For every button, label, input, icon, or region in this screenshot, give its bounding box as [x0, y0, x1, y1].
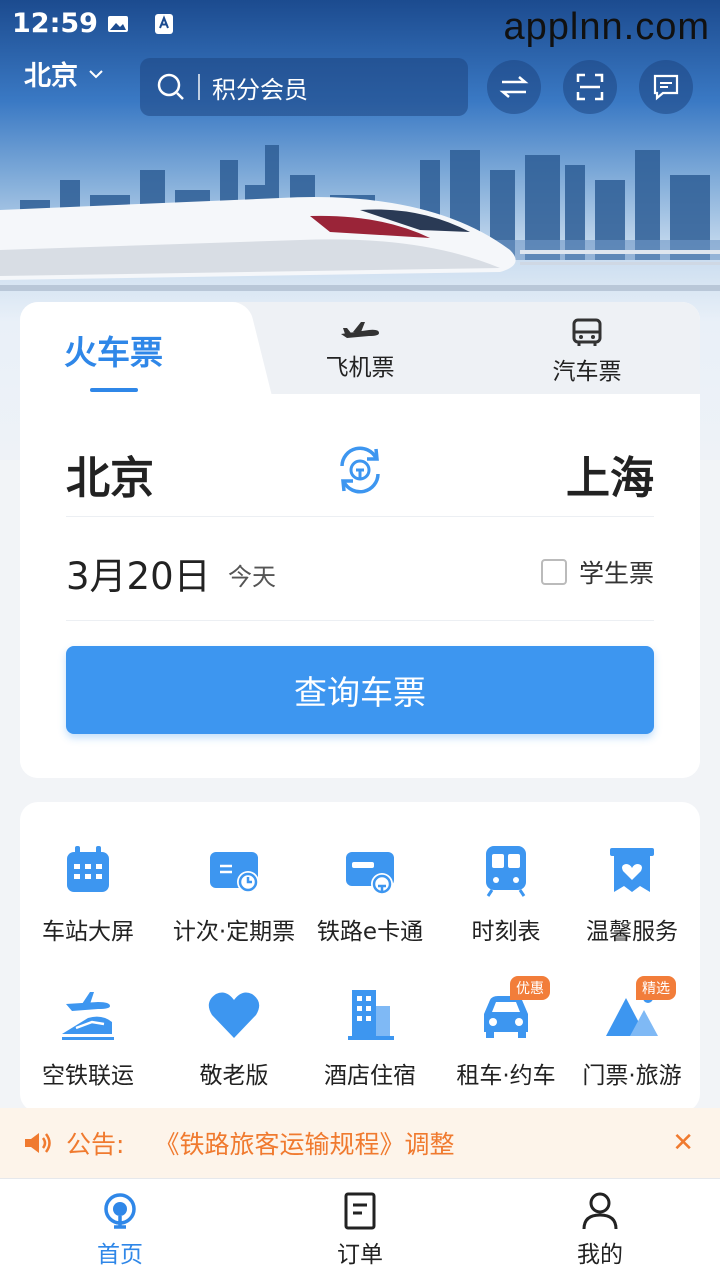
- timetable-icon: [486, 846, 526, 897]
- nav-orders-label: 订单: [337, 1242, 383, 1268]
- order-icon: [344, 1192, 376, 1230]
- promo-badge: 优惠: [510, 976, 550, 1000]
- student-checkbox[interactable]: [540, 559, 567, 585]
- service-label: 酒店住宿: [324, 1063, 416, 1089]
- service-car-rental[interactable]: 优惠 租车·约车: [438, 976, 574, 1090]
- featured-badge: 精选: [636, 976, 676, 1000]
- heart-icon: [208, 992, 260, 1038]
- ticket-card-icon: [210, 852, 259, 893]
- services-grid: 车站大屏 计次·定期票 铁路e卡通 时刻表 温馨服务 空铁联运 敬老版 酒店住宿…: [20, 802, 700, 1112]
- status-bar: 12:59 applnn.com: [0, 0, 720, 50]
- divider: [66, 620, 654, 621]
- nav-profile[interactable]: 我的: [540, 1191, 660, 1269]
- tab-train[interactable]: 火车票: [64, 326, 163, 374]
- notice-label: 公告:: [66, 1130, 125, 1159]
- swap-stations-icon: [340, 446, 380, 494]
- user-icon: [582, 1192, 618, 1230]
- swap-stations-button[interactable]: [334, 444, 386, 500]
- message-icon: [653, 74, 679, 101]
- swap-arrows-icon: [499, 76, 529, 98]
- service-label: 车站大屏: [42, 919, 134, 945]
- tab-bus-label: 汽车票: [552, 359, 622, 385]
- divider: [66, 516, 654, 517]
- ticket-form: 北京 上海 3月20日 今天 学生票 查询车票: [20, 394, 700, 778]
- day-label: 今天: [228, 563, 276, 591]
- nav-orders[interactable]: 订单: [300, 1191, 420, 1269]
- app-notification-icon: [155, 14, 173, 34]
- heart-bag-icon: [610, 848, 654, 892]
- service-label: 敬老版: [199, 1063, 269, 1089]
- service-label: 时刻表: [471, 919, 541, 945]
- service-air-rail[interactable]: 空铁联运: [20, 984, 156, 1090]
- scan-button[interactable]: [563, 60, 617, 114]
- message-button[interactable]: [639, 60, 693, 114]
- bus-icon: [572, 318, 602, 346]
- service-label: 门票·旅游: [582, 1063, 682, 1089]
- tab-flight-label: 飞机票: [325, 355, 395, 381]
- close-icon[interactable]: ✕: [672, 1128, 694, 1158]
- service-timetable[interactable]: 时刻表: [438, 840, 574, 946]
- service-label: 铁路e卡通: [316, 919, 424, 945]
- from-station[interactable]: 北京: [66, 442, 154, 506]
- calendar-icon: [67, 846, 109, 892]
- student-label: 学生票: [578, 559, 654, 588]
- service-label: 温馨服务: [586, 919, 678, 945]
- tab-flight[interactable]: 飞机票: [300, 318, 420, 382]
- nav-home-label: 首页: [97, 1242, 143, 1268]
- nav-profile-label: 我的: [577, 1242, 623, 1268]
- search-divider: [198, 74, 200, 100]
- student-ticket-toggle[interactable]: 学生票: [540, 554, 654, 590]
- watermark-text: applnn.com: [503, 6, 710, 48]
- service-hotel[interactable]: 酒店住宿: [302, 984, 438, 1090]
- service-tickets-travel[interactable]: 精选 门票·旅游: [564, 976, 700, 1090]
- query-tickets-button[interactable]: 查询车票: [66, 646, 654, 734]
- hotel-icon: [348, 990, 394, 1040]
- service-e-card[interactable]: 铁路e卡通: [302, 840, 438, 946]
- bottom-nav: 首页 订单 我的: [0, 1178, 720, 1280]
- service-period-ticket[interactable]: 计次·定期票: [166, 840, 302, 946]
- departure-date[interactable]: 3月20日: [66, 546, 211, 600]
- service-senior-mode[interactable]: 敬老版: [166, 984, 302, 1090]
- tab-bus[interactable]: 汽车票: [527, 318, 647, 386]
- speaker-icon: [25, 1133, 51, 1153]
- service-label: 计次·定期票: [172, 919, 296, 945]
- notice-message[interactable]: 《铁路旅客运输规程》调整: [154, 1125, 454, 1161]
- service-label: 租车·约车: [456, 1063, 556, 1089]
- scan-icon: [576, 73, 604, 101]
- home-rail-icon: [104, 1193, 136, 1229]
- status-time: 12:59: [12, 8, 98, 39]
- search-input[interactable]: 积分会员: [140, 58, 468, 116]
- ticket-search-card: 火车票 飞机票 汽车票 北京 上海 3月20日 今天 学生票 查询车票: [20, 302, 700, 778]
- service-label: 空铁联运: [42, 1063, 134, 1089]
- plane-icon: [341, 322, 379, 338]
- air-rail-icon: [62, 992, 114, 1040]
- service-station-screen[interactable]: 车站大屏: [20, 840, 156, 946]
- search-icon: [157, 73, 184, 100]
- nav-home[interactable]: 首页: [60, 1191, 180, 1269]
- tab-active-indicator: [90, 388, 138, 392]
- image-icon: [108, 16, 128, 32]
- city-selector[interactable]: 北京: [24, 54, 104, 93]
- city-label: 北京: [24, 61, 78, 92]
- search-placeholder: 积分会员: [212, 75, 308, 104]
- to-station[interactable]: 上海: [566, 442, 654, 506]
- chevron-down-icon: [89, 69, 103, 78]
- transfer-button[interactable]: [487, 60, 541, 114]
- train-image: [0, 197, 720, 291]
- notice-bar[interactable]: 公告: 《铁路旅客运输规程》调整 ✕: [0, 1108, 720, 1178]
- e-card-icon: [346, 852, 394, 895]
- service-warm-service[interactable]: 温馨服务: [564, 840, 700, 946]
